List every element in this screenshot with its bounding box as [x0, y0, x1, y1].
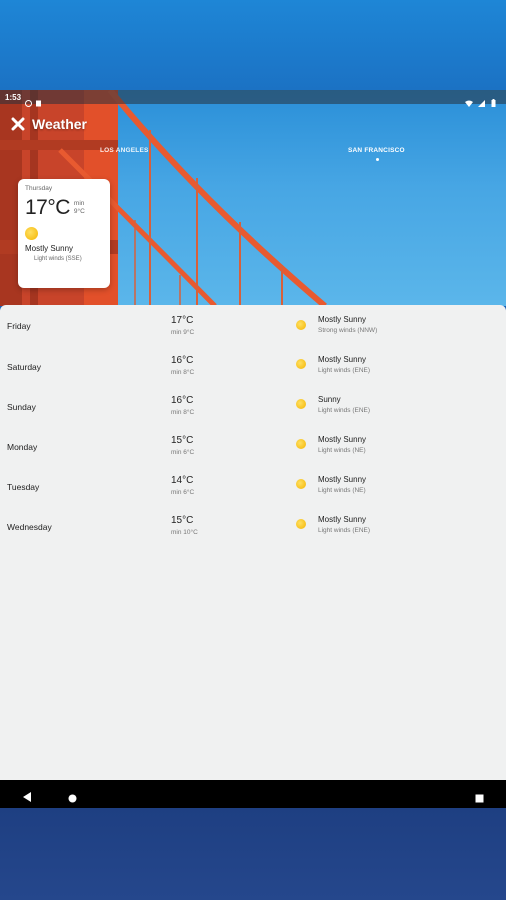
- status-time: 1:53: [5, 92, 22, 102]
- today-condition: Mostly Sunny: [25, 244, 74, 253]
- sun-icon: [296, 519, 306, 529]
- forecast-min: min 6°C: [171, 449, 195, 456]
- forecast-condition: Mostly Sunny: [318, 515, 367, 524]
- forecast-condition: Mostly Sunny: [318, 355, 367, 364]
- signal-icon: [478, 94, 485, 107]
- forecast-day: Tuesday: [7, 482, 40, 492]
- today-temperature: 17°C: [25, 196, 70, 219]
- forecast-condition: Mostly Sunny: [318, 475, 367, 484]
- outer-background-bottom: [0, 808, 506, 900]
- forecast-wind: Light winds (ENE): [318, 367, 371, 374]
- navigation-bar: [0, 780, 506, 808]
- forecast-day: Sunday: [7, 402, 36, 412]
- status-bar: 1:53: [0, 90, 506, 107]
- forecast-temp: 16°C: [171, 395, 194, 406]
- close-icon[interactable]: [10, 116, 26, 132]
- forecast-wind: Light winds (NE): [318, 447, 366, 454]
- forecast-wind: Strong winds (NNW): [318, 327, 378, 334]
- forecast-min: min 10°C: [171, 529, 198, 536]
- forecast-row[interactable]: Friday 17°C min 9°C Mostly Sunny Strong …: [0, 315, 506, 355]
- forecast-row[interactable]: Saturday 16°C min 8°C Mostly Sunny Light…: [0, 355, 506, 395]
- selected-tab-indicator: [376, 158, 379, 161]
- sun-icon: [296, 359, 306, 369]
- forecast-day: Saturday: [7, 362, 42, 372]
- forecast-temp: 17°C: [171, 315, 194, 326]
- forecast-condition: Sunny: [318, 395, 341, 404]
- forecast-wind: Light winds (ENE): [318, 527, 371, 534]
- forecast-row[interactable]: Monday 15°C min 6°C Mostly Sunny Light w…: [0, 435, 506, 475]
- notification-icon: [25, 94, 33, 107]
- app-title: Weather: [32, 116, 87, 132]
- sun-icon: [296, 399, 306, 409]
- forecast-temp: 16°C: [171, 355, 194, 366]
- today-min-value: 9°C: [73, 208, 85, 215]
- forecast-day: Monday: [7, 442, 38, 452]
- home-icon[interactable]: [68, 790, 77, 808]
- forecast-wind: Light winds (ENE): [318, 407, 371, 414]
- forecast-row[interactable]: Wednesday 15°C min 10°C Mostly Sunny Lig…: [0, 515, 506, 555]
- forecast-row[interactable]: Sunday 16°C min 8°C Sunny Light winds (E…: [0, 395, 506, 435]
- forecast-condition: Mostly Sunny: [318, 435, 367, 444]
- forecast-temp: 15°C: [171, 515, 194, 526]
- forecast-condition: Mostly Sunny: [318, 315, 367, 324]
- sun-icon: [296, 479, 306, 489]
- today-weather-card[interactable]: Thursday 17°C min 9°C Mostly Sunny Light…: [18, 179, 110, 288]
- sun-icon: [296, 439, 306, 449]
- today-min-label: min: [73, 200, 85, 207]
- sun-icon: [25, 227, 38, 240]
- forecast-min: min 9°C: [171, 329, 195, 336]
- forecast-min: min 6°C: [171, 489, 195, 496]
- forecast-temp: 14°C: [171, 475, 194, 486]
- forecast-day: Friday: [7, 321, 31, 331]
- forecast-wind: Light winds (NE): [318, 487, 366, 494]
- today-min: min 9°C: [74, 200, 88, 216]
- today-wind: Light winds (SSE): [34, 256, 82, 262]
- forecast-temp: 15°C: [171, 435, 194, 446]
- battery-icon: [491, 94, 498, 107]
- back-icon[interactable]: [22, 789, 32, 807]
- tab-los-angeles[interactable]: LOS ANGELES: [100, 147, 149, 154]
- outer-background-top: [0, 0, 506, 90]
- recents-icon[interactable]: [475, 790, 484, 808]
- sun-icon: [296, 320, 306, 330]
- tab-san-francisco[interactable]: SAN FRANCISCO: [348, 147, 405, 154]
- wifi-icon: [465, 94, 473, 107]
- forecast-row[interactable]: Tuesday 14°C min 6°C Mostly Sunny Light …: [0, 475, 506, 515]
- today-day: Thursday: [25, 185, 53, 192]
- forecast-min: min 8°C: [171, 369, 195, 376]
- app-header: Weather: [10, 116, 87, 132]
- forecast-day: Wednesday: [7, 522, 52, 532]
- sd-card-icon: [35, 94, 42, 106]
- forecast-min: min 8°C: [171, 409, 195, 416]
- device-screen: 1:53 Weather LOS ANGELES SAN FRANCISCO T: [0, 90, 506, 808]
- forecast-list: Friday 17°C min 9°C Mostly Sunny Strong …: [0, 305, 506, 780]
